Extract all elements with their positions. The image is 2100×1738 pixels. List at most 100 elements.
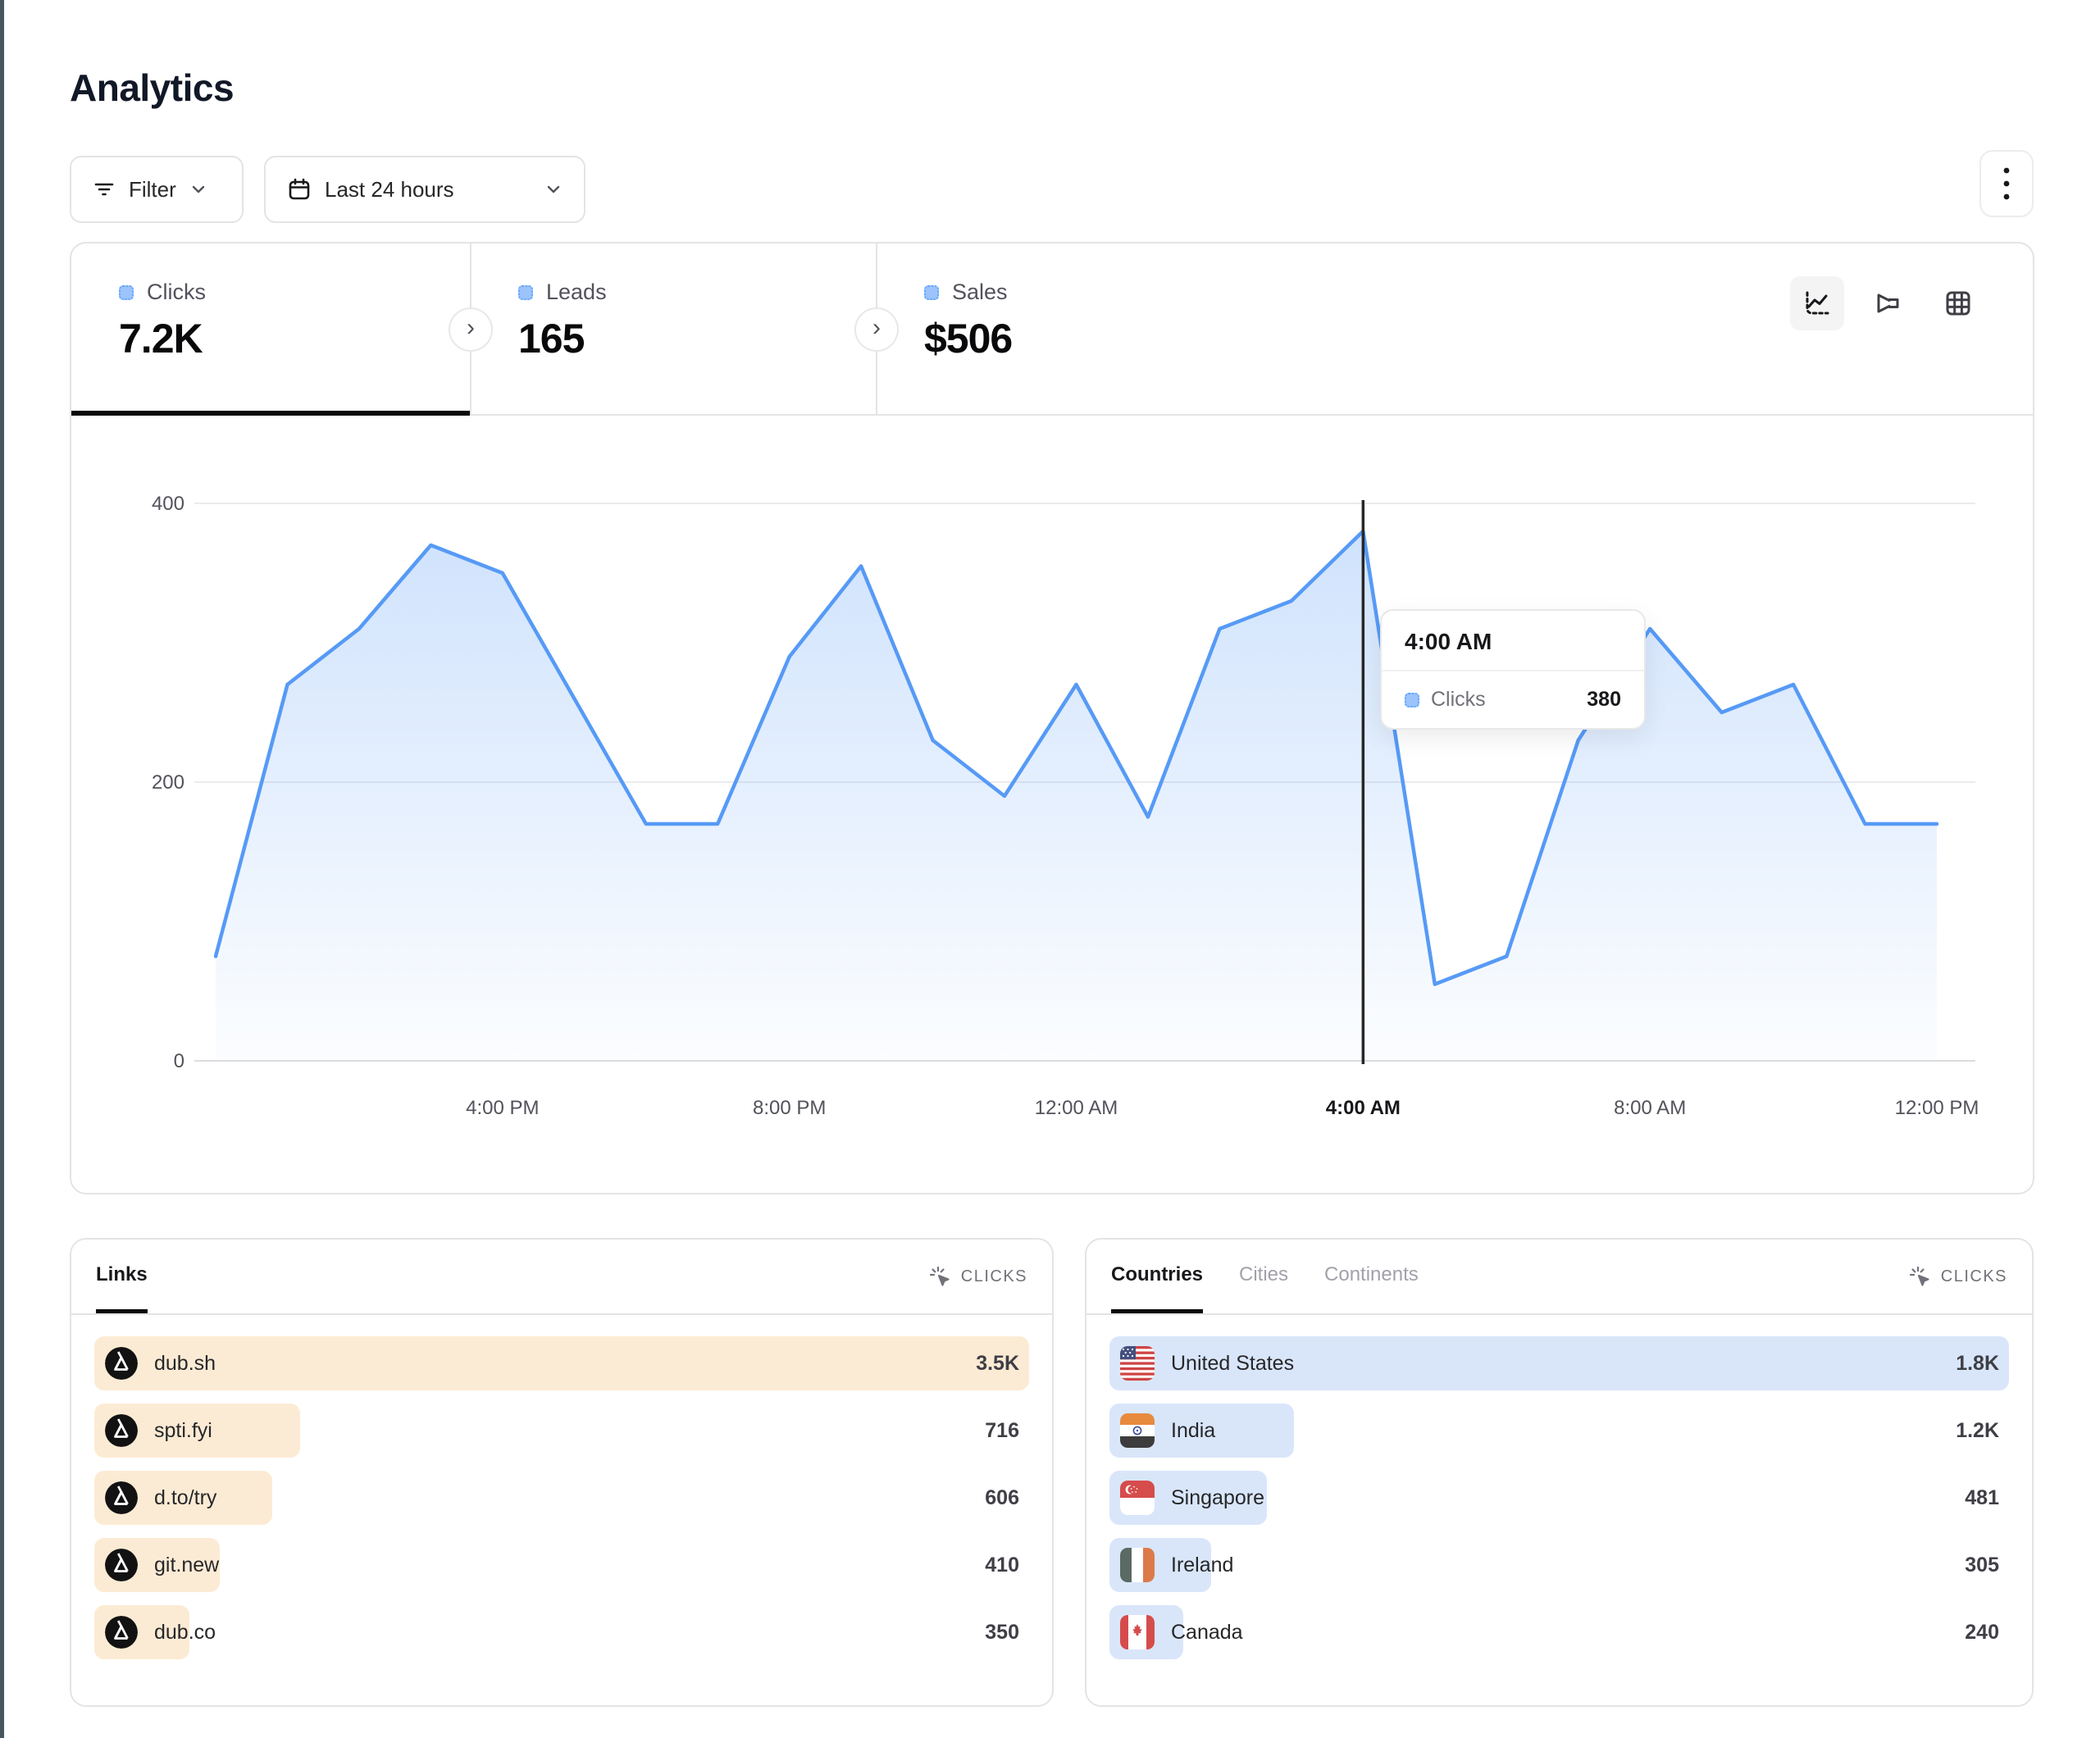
country-value: 305 — [1965, 1554, 1999, 1577]
country-row[interactable]: India 1.2K — [1109, 1404, 2009, 1458]
funnel-view-button[interactable] — [1861, 276, 1915, 330]
link-value: 350 — [985, 1621, 1019, 1645]
dub-favicon-icon — [105, 1549, 138, 1581]
country-label: Singapore — [1171, 1486, 1264, 1510]
line-chart-view-button[interactable] — [1790, 276, 1844, 330]
country-row[interactable]: Ireland 305 — [1109, 1538, 2009, 1592]
country-label: India — [1171, 1419, 1215, 1443]
link-value: 606 — [985, 1486, 1019, 1510]
countries-metric-header[interactable]: CLICKS — [1908, 1265, 2007, 1288]
date-range-label: Last 24 hours — [325, 177, 454, 202]
tab-cities[interactable]: Cities — [1239, 1240, 1288, 1313]
dub-favicon-icon — [105, 1414, 138, 1447]
flag-us-icon — [1120, 1346, 1155, 1381]
dub-favicon-icon — [105, 1616, 138, 1649]
clicks-tab-value: 7.2K — [119, 315, 470, 362]
chart-tooltip: 4:00 AM Clicks 380 — [1380, 609, 1646, 730]
link-row[interactable]: dub.sh 3.5K — [94, 1336, 1029, 1390]
svg-text:12:00 PM: 12:00 PM — [1895, 1097, 1979, 1119]
expand-leads-button[interactable]: › — [449, 307, 493, 352]
countries-metric-label: CLICKS — [1941, 1267, 2007, 1286]
link-label: git.new — [154, 1554, 219, 1577]
leads-legend-swatch — [518, 285, 533, 300]
links-metric-header[interactable]: CLICKS — [928, 1265, 1027, 1288]
flag-canada-icon — [1120, 1615, 1155, 1649]
link-row[interactable]: git.new 410 — [94, 1538, 1029, 1592]
link-row[interactable]: d.to/try 606 — [94, 1471, 1029, 1525]
chart-view-toggles — [1790, 276, 1985, 330]
link-label: d.to/try — [154, 1486, 216, 1510]
funnel-icon — [1873, 289, 1902, 318]
country-row[interactable]: United States 1.8K — [1109, 1336, 2009, 1390]
cities-tab-label: Cities — [1239, 1263, 1288, 1286]
kebab-menu-icon — [2002, 165, 2011, 202]
flag-india-icon — [1120, 1413, 1155, 1448]
svg-text:200: 200 — [152, 771, 184, 794]
country-row[interactable]: Canada 240 — [1109, 1605, 2009, 1659]
flag-ireland-icon — [1120, 1548, 1155, 1582]
countries-panel: Countries Cities Continents CLICKS — [1085, 1238, 2034, 1707]
clicks-tab-label: Clicks — [147, 280, 206, 305]
stats-tabs-row: Clicks 7.2K Leads 165 Sales $506 › › — [71, 243, 2033, 416]
sales-tab-label: Sales — [952, 280, 1008, 305]
more-options-button[interactable] — [1979, 150, 2034, 217]
leads-tab-label: Leads — [546, 280, 607, 305]
countries-tab-label: Countries — [1111, 1263, 1203, 1286]
svg-text:4:00 AM: 4:00 AM — [1326, 1097, 1401, 1119]
sales-legend-swatch — [924, 285, 939, 300]
line-chart-icon — [1802, 289, 1832, 318]
tooltip-series-label: Clicks — [1431, 688, 1486, 712]
links-metric-label: CLICKS — [961, 1267, 1027, 1286]
country-value: 481 — [1965, 1486, 1999, 1510]
link-label: dub.sh — [154, 1352, 216, 1376]
window-edge-strip — [0, 0, 4, 1738]
tooltip-time: 4:00 AM — [1382, 611, 1644, 671]
country-value: 240 — [1965, 1621, 1999, 1645]
filter-icon — [93, 178, 116, 201]
tooltip-legend-swatch — [1405, 693, 1419, 707]
svg-text:8:00 PM: 8:00 PM — [753, 1097, 826, 1119]
flag-singapore-icon — [1120, 1481, 1155, 1515]
tab-countries[interactable]: Countries — [1111, 1240, 1203, 1313]
links-panel: Links CLICKS dub.sh 3.5K — [70, 1238, 1054, 1707]
tab-leads[interactable]: Leads 165 — [471, 243, 876, 414]
date-range-button[interactable]: Last 24 hours — [264, 156, 585, 223]
link-value: 3.5K — [976, 1352, 1019, 1376]
svg-text:400: 400 — [152, 493, 184, 515]
tab-continents[interactable]: Continents — [1324, 1240, 1419, 1313]
filter-button[interactable]: Filter — [70, 156, 244, 223]
country-value: 1.2K — [1956, 1419, 1999, 1443]
continents-tab-label: Continents — [1324, 1263, 1419, 1286]
links-tab-label: Links — [96, 1263, 148, 1286]
tooltip-value: 380 — [1587, 688, 1621, 712]
area-chart-canvas: 02004004:00 PM8:00 PM12:00 AM4:00 AM8:00… — [71, 416, 2033, 1193]
analytics-chart-card: Clicks 7.2K Leads 165 Sales $506 › › — [70, 242, 2034, 1194]
country-row[interactable]: Singapore 481 — [1109, 1471, 2009, 1525]
country-value: 1.8K — [1956, 1352, 1999, 1376]
tab-links[interactable]: Links — [96, 1240, 148, 1313]
chevron-down-icon — [544, 180, 563, 198]
country-label: Canada — [1171, 1621, 1243, 1645]
svg-text:12:00 AM: 12:00 AM — [1035, 1097, 1118, 1119]
calendar-icon — [287, 177, 312, 202]
link-label: spti.fyi — [154, 1419, 212, 1443]
clicks-time-series-chart[interactable]: 02004004:00 PM8:00 PM12:00 AM4:00 AM8:00… — [71, 416, 2033, 1193]
link-row[interactable]: dub.co 350 — [94, 1605, 1029, 1659]
svg-text:4:00 PM: 4:00 PM — [466, 1097, 539, 1119]
clicks-legend-swatch — [119, 285, 134, 300]
tab-clicks[interactable]: Clicks 7.2K — [71, 243, 470, 414]
expand-sales-button[interactable]: › — [854, 307, 899, 352]
links-rows: dub.sh 3.5K spti.fyi 716 d.to/try 606 — [71, 1315, 1052, 1659]
link-row[interactable]: spti.fyi 716 — [94, 1404, 1029, 1458]
tab-sales[interactable]: Sales $506 — [877, 243, 1282, 414]
countries-rows: United States 1.8K India 1.2K — [1086, 1315, 2032, 1659]
dub-favicon-icon — [105, 1347, 138, 1380]
country-label: Ireland — [1171, 1554, 1233, 1577]
table-view-button[interactable] — [1931, 276, 1985, 330]
page-title: Analytics — [70, 66, 234, 110]
svg-text:0: 0 — [174, 1050, 184, 1072]
link-value: 716 — [985, 1419, 1019, 1443]
leads-tab-value: 165 — [518, 315, 876, 362]
chevron-down-icon — [189, 180, 207, 198]
grid-icon — [1943, 289, 1973, 318]
